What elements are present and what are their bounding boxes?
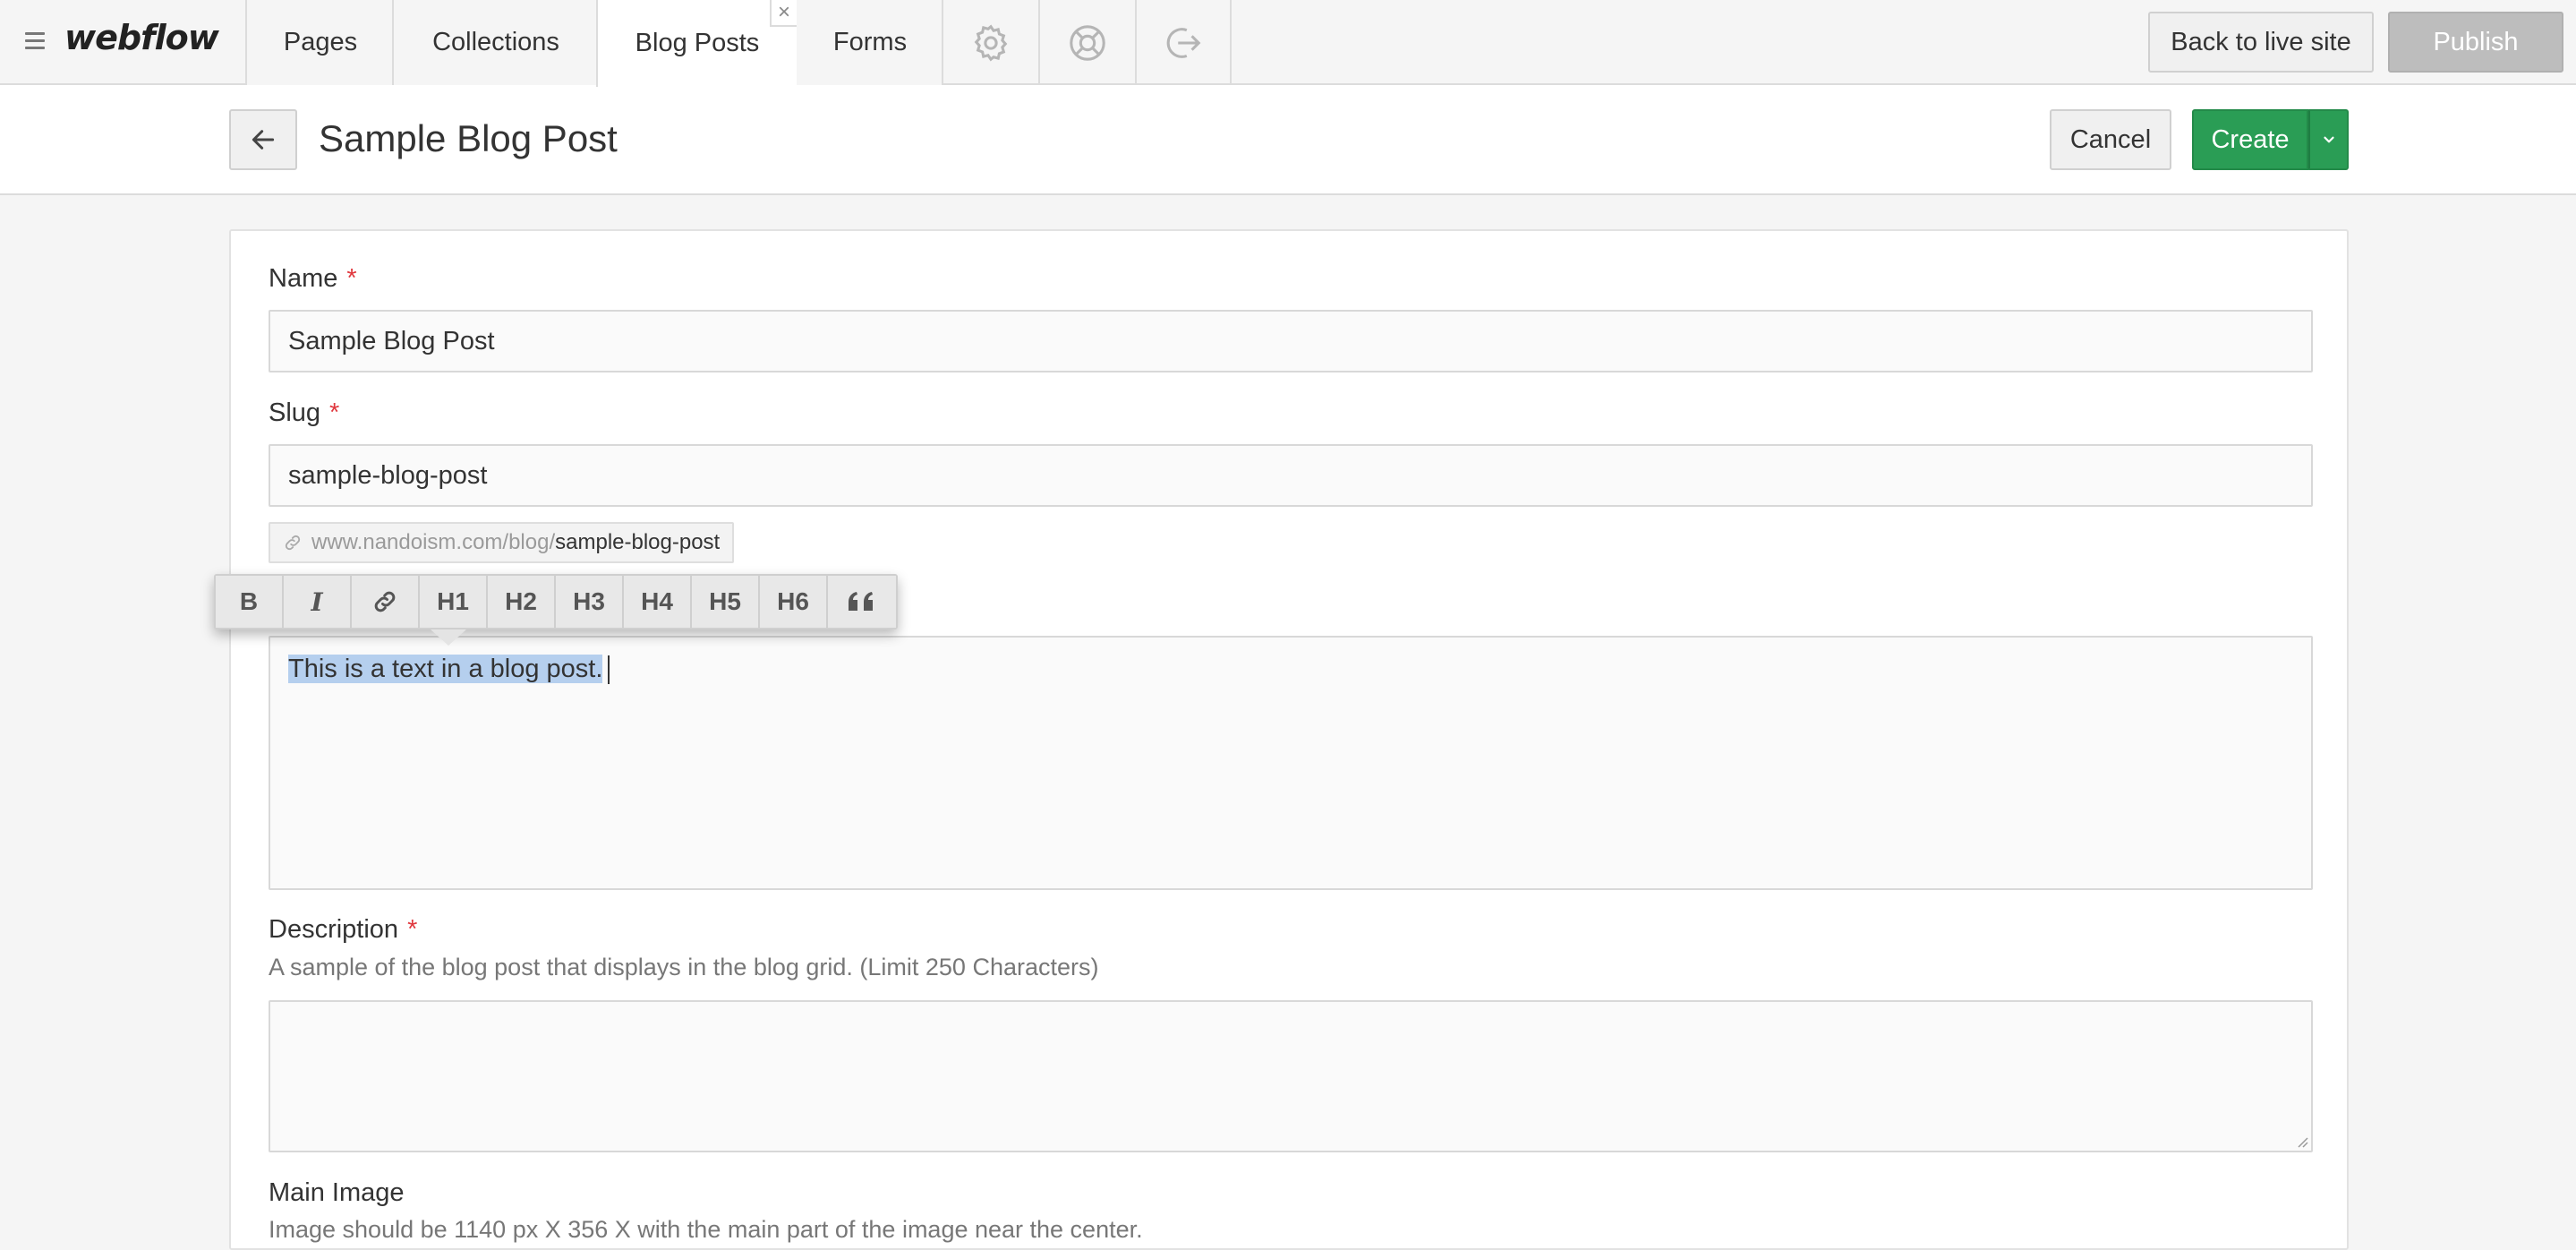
link-icon xyxy=(285,535,301,551)
h2-button[interactable]: H2 xyxy=(488,576,556,628)
h6-button[interactable]: H6 xyxy=(760,576,828,628)
help-tab[interactable] xyxy=(1038,0,1135,85)
lifebuoy-icon xyxy=(1070,24,1105,61)
resize-handle-icon[interactable] xyxy=(2294,1134,2308,1148)
tab-pages[interactable]: Pages xyxy=(245,0,394,85)
description-textarea[interactable] xyxy=(269,1000,2313,1152)
slug-url-base: www.nandoism.com/blog/ xyxy=(311,530,556,554)
link-button[interactable] xyxy=(352,576,420,628)
publish-button[interactable]: Publish xyxy=(2388,12,2563,73)
post-body-text[interactable]: This is a text in a blog post. xyxy=(288,652,610,686)
quote-button[interactable] xyxy=(828,576,896,628)
selected-text: This is a text in a blog post. xyxy=(288,655,603,683)
required-mark: * xyxy=(346,264,357,293)
name-label: Name * xyxy=(269,264,357,294)
required-mark: * xyxy=(407,915,418,944)
name-input[interactable]: Sample Blog Post xyxy=(269,310,2313,372)
tab-pages-label: Pages xyxy=(283,28,358,56)
description-label-text: Description xyxy=(269,915,399,944)
logout-tab[interactable] xyxy=(1135,0,1232,85)
webflow-logo[interactable]: webflow xyxy=(64,18,219,57)
tab-collections-label: Collections xyxy=(432,28,559,56)
slug-label-text: Slug xyxy=(269,398,321,427)
top-navigation-bar: webflow Pages Collections Blog Posts × F… xyxy=(0,0,2576,87)
quote-icon xyxy=(849,592,873,611)
slug-url-slug: sample-blog-post xyxy=(555,530,721,554)
tab-blog-posts-label: Blog Posts xyxy=(635,29,760,57)
toolbar-pointer xyxy=(431,629,466,646)
tab-collections[interactable]: Collections xyxy=(392,0,598,85)
back-button[interactable] xyxy=(229,109,297,170)
text-cursor xyxy=(608,655,610,685)
main-image-label: Main Image xyxy=(269,1178,405,1207)
main-image-help: Image should be 1140 px X 356 X with the… xyxy=(269,1216,1143,1243)
create-button[interactable]: Create xyxy=(2192,109,2308,170)
slug-input[interactable]: sample-blog-post xyxy=(269,444,2313,507)
logout-icon xyxy=(1166,27,1201,58)
create-options-dropdown[interactable] xyxy=(2308,109,2349,170)
h3-button[interactable]: H3 xyxy=(556,576,624,628)
slug-preview-link[interactable]: www.nandoism.com/blog/sample-blog-post xyxy=(269,522,735,563)
tab-blog-posts[interactable]: Blog Posts × xyxy=(596,0,797,87)
gear-icon xyxy=(974,24,1008,61)
hamburger-menu-icon[interactable] xyxy=(25,32,45,52)
settings-tab[interactable] xyxy=(942,0,1038,85)
close-tab-icon[interactable]: × xyxy=(770,0,797,27)
chevron-down-icon xyxy=(2323,136,2334,143)
h5-button[interactable]: H5 xyxy=(692,576,760,628)
post-body-editor[interactable]: This is a text in a blog post. xyxy=(269,636,2313,890)
page-title: Sample Blog Post xyxy=(319,117,618,159)
slug-input-value: sample-blog-post xyxy=(288,460,488,490)
h1-button[interactable]: H1 xyxy=(420,576,488,628)
h4-button[interactable]: H4 xyxy=(624,576,692,628)
slug-label: Slug * xyxy=(269,398,339,428)
link-icon xyxy=(374,591,396,612)
name-input-value: Sample Blog Post xyxy=(288,326,495,355)
required-mark: * xyxy=(329,398,340,427)
text-format-toolbar: B I H1 H2 H3 H4 H5 H6 xyxy=(214,574,898,629)
item-form: Name * Sample Blog Post Slug * sample-blog… xyxy=(229,229,2349,1250)
bold-button[interactable]: B xyxy=(216,576,284,628)
arrow-left-icon xyxy=(252,130,275,150)
editor-header: Sample Blog Post Cancel Create xyxy=(0,85,2576,195)
description-label: Description * xyxy=(269,915,417,945)
tab-forms-label: Forms xyxy=(832,28,908,56)
cancel-button[interactable]: Cancel xyxy=(2050,109,2171,170)
back-to-live-site-button[interactable]: Back to live site xyxy=(2148,12,2374,73)
name-label-text: Name xyxy=(269,264,338,293)
description-help: A sample of the blog post that displays … xyxy=(269,954,1099,980)
italic-button[interactable]: I xyxy=(284,576,352,628)
tab-forms[interactable]: Forms xyxy=(795,0,943,85)
